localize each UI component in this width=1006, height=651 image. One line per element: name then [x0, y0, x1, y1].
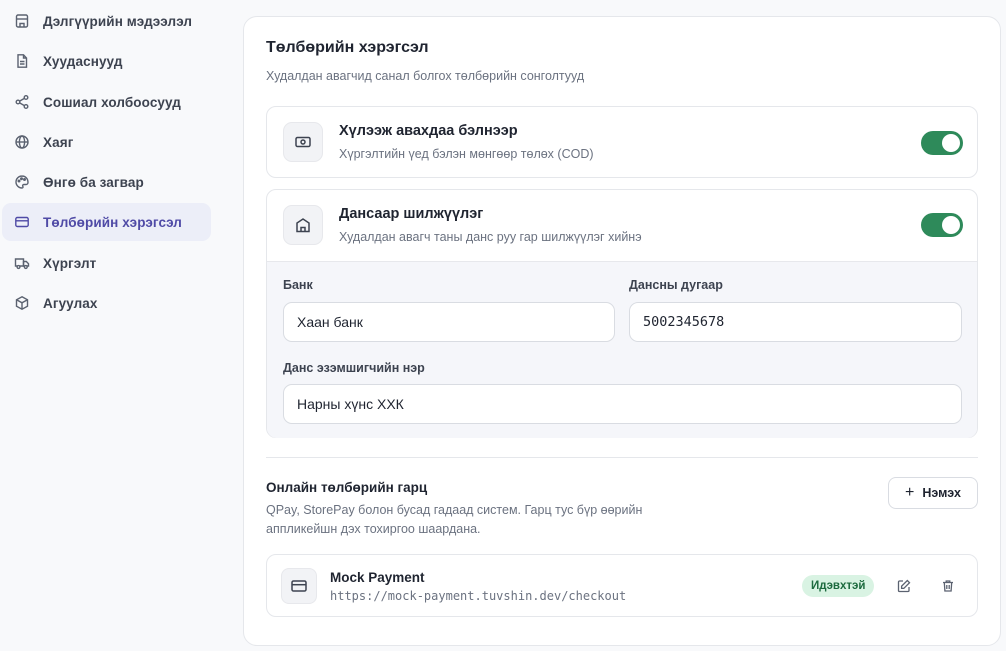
- account-number-input[interactable]: [629, 302, 962, 342]
- edit-gateway-button[interactable]: [892, 574, 916, 598]
- sidebar-item-social-links[interactable]: Сошиал холбоосууд: [2, 83, 211, 121]
- cod-toggle[interactable]: [921, 131, 963, 155]
- sidebar-item-label: Сошиал холбоосууд: [43, 94, 181, 110]
- add-gateway-button[interactable]: + Нэмэх: [888, 477, 978, 509]
- sidebar-item-label: Дэлгүүрийн мэдээлэл: [43, 13, 193, 29]
- plus-icon: +: [905, 484, 915, 501]
- gateways-title: Онлайн төлбөрийн гарц: [266, 480, 428, 495]
- gateway-name: Mock Payment: [330, 570, 425, 585]
- sidebar-item-label: Хуудаснууд: [43, 53, 123, 69]
- bank-transfer-title: Дансаар шилжүүлэг: [339, 206, 484, 222]
- share-icon: [13, 93, 31, 111]
- sidebar-item-label: Өнгө ба загвар: [43, 174, 144, 190]
- credit-card-icon: [281, 568, 317, 604]
- toggle-knob: [942, 134, 960, 152]
- delete-gateway-button[interactable]: [936, 574, 960, 598]
- sidebar-item-label: Агуулах: [43, 295, 98, 311]
- gateway-row: Mock Payment https://mock-payment.tuvshi…: [266, 554, 978, 617]
- account-holder-label: Данс эзэмшигчийн нэр: [283, 361, 425, 375]
- gateways-description: QPay, StorePay болон бусад гадаад систем…: [266, 503, 643, 536]
- bank-transfer-method-card: Дансаар шилжүүлэг Худалдан авагч таны да…: [266, 189, 978, 438]
- sidebar-item-colors-style[interactable]: Өнгө ба загвар: [2, 163, 211, 201]
- pencil-icon: [897, 579, 911, 593]
- section-divider: [266, 457, 978, 458]
- box-icon: [13, 294, 31, 312]
- sidebar-item-label: Төлбөрийн хэрэгсэл: [43, 214, 182, 230]
- sidebar-item-delivery[interactable]: Хүргэлт: [2, 244, 211, 282]
- payment-methods-card: Төлбөрийн хэрэгсэл Худалдан авагчид сана…: [243, 16, 1001, 646]
- page-title: Төлбөрийн хэрэгсэл: [266, 39, 429, 56]
- sidebar-item-address[interactable]: Хаяг: [2, 123, 211, 161]
- cod-title: Хүлээж авахдаа бэлнээр: [339, 123, 518, 139]
- palette-icon: [13, 173, 31, 191]
- settings-sidebar: Дэлгүүрийн мэдээлэл Хуудаснууд Сошиал хо…: [0, 0, 222, 651]
- account-number-label: Дансны дугаар: [629, 278, 723, 292]
- sidebar-item-warehouse[interactable]: Агуулах: [2, 284, 211, 322]
- bank-icon: [283, 205, 323, 245]
- bank-details-panel: Банк Дансны дугаар Данс эзэмшигчийн нэр: [267, 261, 977, 438]
- toggle-knob: [942, 216, 960, 234]
- bank-transfer-toggle[interactable]: [921, 213, 963, 237]
- cod-method-card: Хүлээж авахдаа бэлнээр Хүргэлтийн үед бэ…: [266, 106, 978, 178]
- bank-transfer-subtitle: Худалдан авагч таны данс руу гар шилжүүл…: [339, 230, 642, 244]
- file-text-icon: [13, 52, 31, 70]
- sidebar-item-store-info[interactable]: Дэлгүүрийн мэдээлэл: [2, 2, 211, 40]
- store-icon: [13, 12, 31, 30]
- add-gateway-label: Нэмэх: [922, 486, 961, 500]
- gateway-url: https://mock-payment.tuvshin.dev/checkou…: [330, 589, 627, 603]
- page-subtitle: Худалдан авагчид санал болгох төлбөрийн …: [266, 69, 585, 83]
- sidebar-item-payment-methods[interactable]: Төлбөрийн хэрэгсэл: [2, 203, 211, 241]
- truck-icon: [13, 254, 31, 272]
- credit-card-icon: [13, 213, 31, 231]
- status-badge: Идэвхтэй: [802, 575, 875, 597]
- sidebar-item-pages[interactable]: Хуудаснууд: [2, 42, 211, 80]
- globe-icon: [13, 133, 31, 151]
- bank-input[interactable]: [283, 302, 615, 342]
- account-holder-input[interactable]: [283, 384, 962, 424]
- bank-label: Банк: [283, 278, 313, 292]
- cod-subtitle: Хүргэлтийн үед бэлэн мөнгөөр төлөх (COD): [339, 147, 594, 161]
- trash-icon: [941, 579, 955, 593]
- banknote-icon: [283, 122, 323, 162]
- sidebar-item-label: Хаяг: [43, 134, 74, 150]
- sidebar-item-label: Хүргэлт: [43, 255, 97, 271]
